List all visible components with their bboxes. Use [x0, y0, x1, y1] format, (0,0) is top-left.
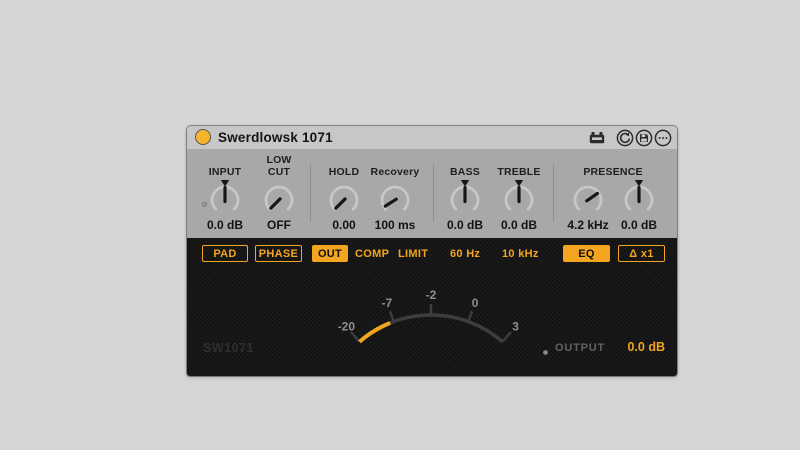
vu-meter-tick-label: -7 — [382, 296, 393, 310]
output-led — [543, 350, 548, 355]
comp-button[interactable]: COMP — [355, 245, 389, 262]
vu-meter-tick-label: -2 — [426, 288, 437, 302]
device-swerdlowsk-1071: Swerdlowsk 1071 PRESENCE INPUT 0.0 dB LO… — [187, 126, 677, 376]
treble-label: TREBLE — [497, 166, 541, 178]
display-panel: PAD PHASE OUT COMP LIMIT 60 Hz 10 kHz EQ… — [187, 238, 677, 376]
more-options-icon-glyph — [654, 129, 672, 146]
presence-gain-knob[interactable] — [621, 180, 657, 220]
presence-freq-knob[interactable] — [570, 180, 606, 220]
brand-text: SW1071 — [203, 341, 254, 355]
pad-button[interactable]: PAD — [202, 245, 248, 262]
vu-meter: -20-7-203 — [338, 288, 519, 344]
comp-freq-value[interactable]: 60 Hz — [450, 245, 480, 262]
output-label: OUTPUT — [555, 342, 606, 354]
recovery-value[interactable]: 100 ms — [370, 218, 420, 232]
low-cut-knob-block: LOW CUT OFF — [254, 152, 304, 238]
low-cut-knob[interactable] — [261, 180, 297, 220]
hot-swap-icon-glyph — [616, 129, 634, 146]
low-cut-value[interactable]: OFF — [254, 218, 304, 232]
hardware-icon-glyph — [589, 131, 605, 143]
out-button[interactable]: OUT — [312, 245, 348, 262]
vu-meter-tick — [388, 310, 395, 323]
treble-value[interactable]: 0.0 dB — [494, 218, 544, 232]
more-options-icon[interactable] — [654, 127, 672, 148]
device-activator-toggle[interactable] — [195, 129, 211, 145]
vu-meter-tick-label: 3 — [512, 320, 519, 334]
treble-knob[interactable] — [501, 180, 537, 220]
presence-gain-value[interactable]: 0.0 dB — [614, 218, 664, 232]
recovery-knob[interactable] — [377, 180, 413, 220]
device-title-bar: Swerdlowsk 1071 — [187, 126, 677, 149]
hardware-icon[interactable] — [588, 127, 606, 148]
limit-freq-value[interactable]: 10 kHz — [502, 245, 539, 262]
vu-meter-level — [358, 321, 391, 344]
vu-meter-tick-label: 0 — [472, 296, 479, 310]
hot-swap-icon[interactable] — [616, 127, 634, 148]
save-preset-icon[interactable] — [635, 127, 653, 148]
eq-button[interactable]: EQ — [563, 245, 610, 262]
bass-value[interactable]: 0.0 dB — [440, 218, 490, 232]
hold-knob[interactable] — [326, 180, 362, 220]
delta-x1-button[interactable]: Δ x1 — [618, 245, 665, 262]
limit-button[interactable]: LIMIT — [398, 245, 428, 262]
knob-panel: PRESENCE INPUT 0.0 dB LOW CUT OFF HOLD 0.00… — [187, 149, 677, 238]
treble-knob-block: TREBLE 0.0 dB — [494, 152, 544, 238]
vu-meter-tick — [467, 310, 474, 323]
recovery-label: Recovery — [370, 166, 420, 178]
device-title: Swerdlowsk 1071 — [218, 130, 333, 145]
presence-gain-label — [601, 152, 677, 178]
save-preset-icon-glyph — [635, 129, 653, 146]
vu-meter-tick — [501, 331, 512, 343]
hold-value[interactable]: 0.00 — [319, 218, 369, 232]
input-knob[interactable] — [207, 180, 243, 220]
presence-gain-knob-block: 0.0 dB — [614, 152, 664, 238]
bass-knob[interactable] — [447, 180, 483, 220]
vu-meter-tick-label: -20 — [338, 320, 356, 334]
output-value[interactable]: 0.0 dB — [617, 340, 665, 354]
input-value[interactable]: 0.0 dB — [200, 218, 250, 232]
recovery-knob-block: Recovery 100 ms — [370, 152, 420, 238]
presence-freq-value[interactable]: 4.2 kHz — [563, 218, 613, 232]
phase-button[interactable]: PHASE — [255, 245, 302, 262]
